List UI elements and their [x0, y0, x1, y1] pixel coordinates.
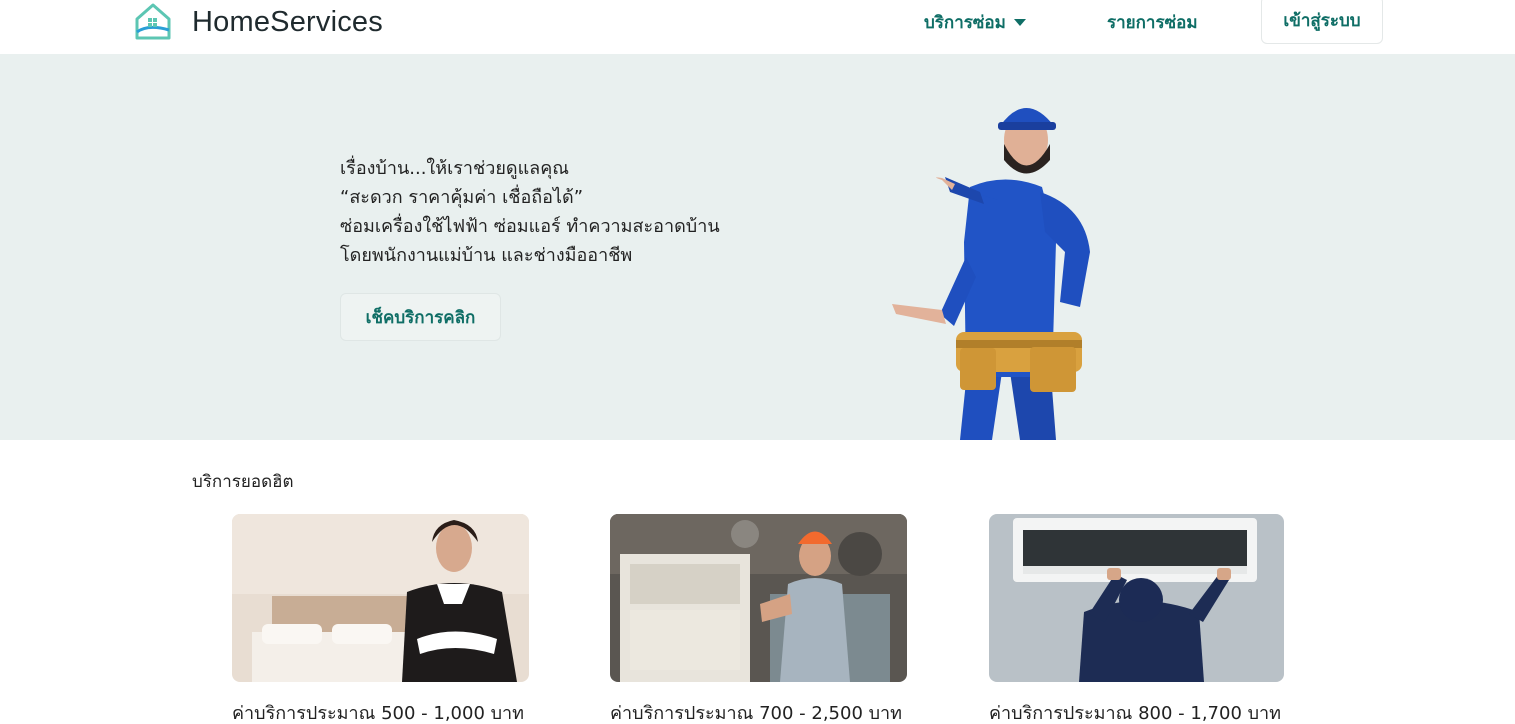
nav-repair-list[interactable]: รายการซ่อม: [1107, 9, 1198, 36]
navbar: HomeServices บริการซ่อม รายการซ่อม เข้าส…: [0, 0, 1515, 54]
technician-image: [892, 108, 1090, 440]
house-logo-icon: [135, 3, 171, 40]
service-card-appliance-repair[interactable]: ค่าบริการประมาณ 700 - 2,500 บาท: [610, 514, 907, 724]
brand-name: HomeServices: [192, 5, 383, 38]
service-price: ค่าบริการประมาณ 800 - 1,700 บาท: [989, 703, 1282, 724]
maid-photo: [232, 514, 529, 682]
caret-down-icon: [1013, 19, 1026, 26]
service-card-aircon[interactable]: ค่าบริการประมาณ 800 - 1,700 บาท: [989, 514, 1284, 724]
hero-line-3: ซ่อมเครื่องใช้ไฟฟ้า ซ่อมแอร์ ทำความสะอาด…: [340, 216, 720, 237]
hero-line-1: เรื่องบ้าน...ให้เราช่วยดูแลคุณ: [340, 158, 569, 179]
login-button[interactable]: เข้าสู่ระบบ: [1261, 0, 1383, 44]
aircon-repair-photo: [989, 514, 1284, 682]
nav-services-dropdown[interactable]: บริการซ่อม: [924, 9, 1026, 36]
nav-services-label: บริการซ่อม: [924, 13, 1006, 33]
service-price: ค่าบริการประมาณ 500 - 1,000 บาท: [232, 703, 525, 724]
hero-line-4: โดยพนักงานแม่บ้าน และช่างมืออาชีพ: [340, 245, 633, 266]
brand[interactable]: HomeServices: [134, 2, 383, 42]
service-card-cleaning[interactable]: ค่าบริการประมาณ 500 - 1,000 บาท: [232, 514, 529, 724]
service-price: ค่าบริการประมาณ 700 - 2,500 บาท: [610, 703, 903, 724]
appliance-repair-photo: [610, 514, 907, 682]
hero-text: เรื่องบ้าน...ให้เราช่วยดูแลคุณ “สะดวก รา…: [340, 154, 720, 270]
hero-line-2: “สะดวก ราคาคุ้มค่า เชื่อถือได้”: [340, 187, 584, 208]
popular-services-title: บริการยอดฮิต: [192, 472, 294, 492]
hero-banner: เรื่องบ้าน...ให้เราช่วยดูแลคุณ “สะดวก รา…: [0, 54, 1515, 440]
check-services-button[interactable]: เช็คบริการคลิก: [340, 293, 501, 341]
